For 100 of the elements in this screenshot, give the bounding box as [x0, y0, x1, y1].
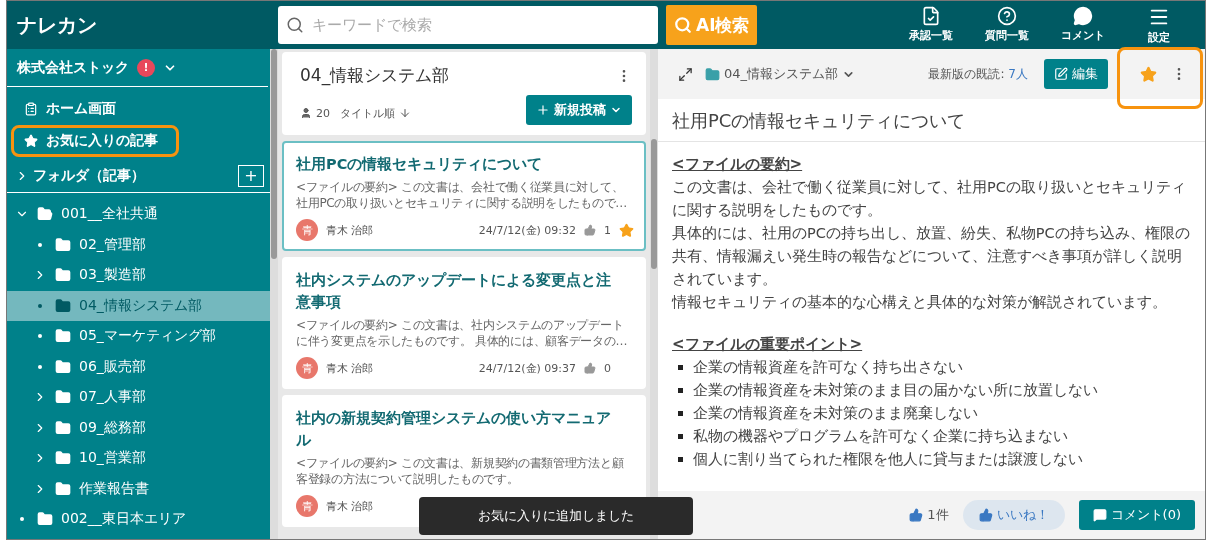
body-paragraph: 具体的には、社用のPCの持ち出し、放置、紛失、私物PCの持ち込み、権限の共有、情報漏えい発生時の報告などについて、注意すべき事項が詳しく説明されています。	[672, 224, 1191, 289]
pencil-icon	[1054, 67, 1068, 81]
new-post-button[interactable]: 新規投稿	[526, 95, 632, 125]
folder-icon	[55, 328, 71, 345]
folder-icon	[55, 389, 71, 406]
list-item-text: 企業の情報資産を許可なく持ち出さない	[693, 358, 963, 377]
post-date: 24/7/12(金) 09:32	[478, 222, 576, 238]
help-icon	[997, 5, 1017, 26]
like-count: 0	[604, 361, 611, 375]
header-nav-button[interactable]: 質問一覧	[975, 5, 1039, 45]
plus-icon	[536, 103, 550, 117]
article-title: 社内システムのアップデートによる変更点と注意事項	[296, 271, 612, 312]
folder-tree-item[interactable]: 10_営業部	[7, 443, 270, 474]
thumbs-up-icon	[978, 508, 993, 522]
folder-tree-item[interactable]: 001__全社共通	[7, 199, 270, 230]
folder-tree-item[interactable]: 06_販売部	[7, 351, 270, 382]
bullet-icon	[38, 334, 42, 339]
edit-button[interactable]: 編集	[1044, 59, 1108, 89]
bullet-icon	[678, 365, 683, 370]
clipboard-icon	[24, 102, 38, 116]
like-total: 1件	[909, 506, 949, 524]
scrollbar[interactable]	[270, 49, 278, 539]
article-summary: <ファイルの要約> この文書は、社内システムのアップデート に伴う変更点を示したものです。 具体的には、顧客データの…	[296, 317, 629, 349]
document-title: 社用PCの情報セキュリティについて	[658, 99, 1205, 142]
file-check-icon	[921, 5, 941, 26]
folder-tree-item[interactable]: 03_製造部	[7, 260, 270, 291]
sort-dropdown[interactable]: タイトル順	[340, 105, 395, 121]
section-heading: <ファイルの重要ポイント>	[672, 334, 864, 355]
sort-arrow-icon	[399, 107, 411, 119]
folder-tree-item[interactable]: 09_総務部	[7, 412, 270, 443]
folder-path-dropdown[interactable]: 04_情報システム部	[705, 65, 856, 83]
bullet-icon	[678, 457, 683, 462]
like-count: 1	[604, 223, 611, 237]
author-avatar: 青	[296, 495, 318, 517]
author-avatar: 青	[296, 219, 318, 241]
thumbs-up-icon	[584, 224, 596, 236]
body-paragraph: この文書は、会社で働く従業員に対して、社用PCの取り扱いとセキュリティに関する説明をしたものです。	[672, 178, 1187, 220]
star-icon[interactable]	[619, 222, 634, 238]
list-item-text: 私物の機器やプログラムを許可なく企業に持ち込まない	[693, 427, 1068, 446]
folder-tree-item[interactable]: 002__東日本エリア	[7, 504, 270, 535]
star-icon	[24, 134, 38, 148]
folder-tree-item[interactable]: 作業報告書	[7, 473, 270, 504]
bullet-icon	[38, 303, 42, 308]
article-card[interactable]: 社内システムのアップデートによる変更点と注意事項 <ファイルの要約> この文書は、社内システムのアップデート に伴う変更点を示したものです。 具体的には、顧客データの… 青 青木 治郎 24/7/12(金) 09:37 0	[282, 257, 646, 389]
search-field[interactable]: キーワードで検索	[278, 6, 658, 44]
bullet-icon	[678, 411, 683, 416]
folder-tree-item[interactable]: 07_人事部	[7, 382, 270, 413]
company-name[interactable]: 株式会社ストック	[17, 58, 129, 77]
folder-icon	[55, 267, 71, 284]
folder-icon	[55, 358, 71, 375]
article-card[interactable]: 社用PCの情報セキュリティについて <ファイルの要約> この文書は、会社で働く従業員に対して、 社用PCの取り扱いとセキュリティに関する説明をしたもので… 青 青木 治郎 24/7/12(金) 09:32 1	[282, 141, 646, 251]
folder-tree-item[interactable]: 02_管理部	[7, 229, 270, 260]
app-logo[interactable]: ナレカン	[7, 11, 278, 39]
author-name: 青木 治郎	[326, 222, 374, 238]
folder-icon	[55, 450, 71, 467]
list-item-text: 企業の情報資産を未対策のまま目の届かない所に放置しない	[693, 381, 1098, 400]
header-nav-button[interactable]: 承認一覧	[899, 5, 963, 45]
speech-bubble-icon	[1092, 508, 1107, 522]
author-name: 青木 治郎	[326, 498, 374, 514]
header-nav-button[interactable]: 設定	[1127, 5, 1191, 45]
list-item-text: 企業の情報資産を未対策のまま廃棄しない	[693, 404, 978, 423]
post-date: 24/7/12(金) 09:37	[478, 360, 576, 376]
author-name: 青木 治郎	[326, 360, 374, 376]
folder-icon	[705, 66, 720, 82]
article-summary: <ファイルの要約> この文書は、新規契約の書類管理方法と顧 客登録の方法について説明したものです。	[296, 455, 625, 487]
author-avatar: 青	[296, 357, 318, 379]
speech-bubble-icon	[1073, 5, 1093, 26]
folder-icon	[37, 511, 53, 528]
bullet-icon	[678, 434, 683, 439]
bullet-icon	[20, 517, 24, 522]
scrollbar[interactable]	[650, 49, 658, 539]
read-status: 最新版の既読: 7人	[928, 65, 1028, 83]
folder-tree-item[interactable]: 05_マーケティング部	[7, 321, 270, 352]
header-nav-button[interactable]: コメント	[1051, 5, 1115, 45]
alert-badge: !	[137, 58, 155, 77]
folder-icon	[55, 297, 71, 314]
sidebar-nav-item[interactable]: ホーム画面	[11, 93, 179, 125]
favorite-toast: お気に入りに追加しました	[419, 497, 693, 535]
sidebar-nav-item[interactable]: お気に入りの記事	[11, 125, 179, 157]
folder-open-icon	[37, 206, 53, 223]
folder-section-label[interactable]: フォルダ（記事）	[33, 166, 234, 185]
article-title: 社内の新規契約管理システムの使い方マニュアル	[296, 409, 612, 450]
folder-title: 04_情報システム部	[300, 64, 450, 87]
add-folder-button[interactable]: +	[238, 164, 264, 187]
expand-icon[interactable]	[678, 66, 693, 82]
like-button[interactable]: いいね！	[962, 500, 1065, 530]
search-icon	[286, 16, 304, 34]
member-count: 20	[316, 106, 330, 120]
thumbs-up-icon	[909, 508, 924, 522]
article-summary: <ファイルの要約> この文書は、会社で働く従業員に対して、 社用PCの取り扱いとセキュリティに関する説明をしたもので…	[296, 179, 628, 211]
folder-icon	[55, 419, 71, 436]
folder-icon	[55, 480, 71, 497]
person-icon	[300, 107, 312, 119]
folder-tree-item[interactable]: 04_情報システム部	[7, 290, 270, 321]
thumbs-up-icon	[584, 362, 596, 374]
list-item-text: 個人に割り当てられた権限を他人に貸与または譲渡しない	[693, 450, 1083, 469]
bullet-icon	[38, 242, 42, 247]
article-title: 社用PCの情報セキュリティについて	[296, 155, 544, 174]
comment-button[interactable]: コメント(0)	[1078, 500, 1195, 530]
folder-icon	[55, 236, 71, 253]
